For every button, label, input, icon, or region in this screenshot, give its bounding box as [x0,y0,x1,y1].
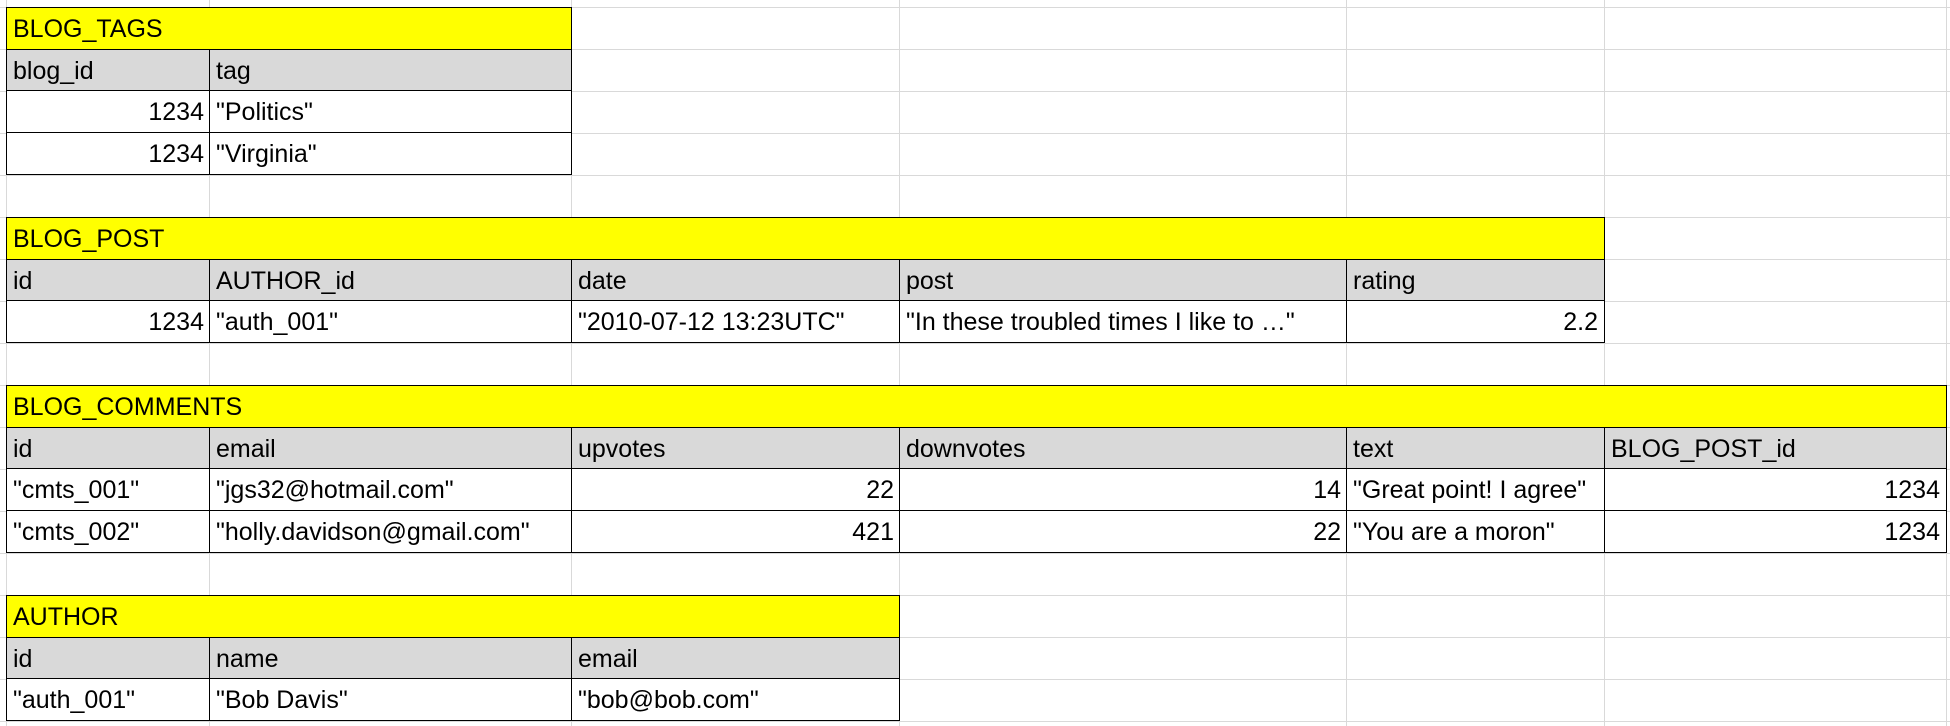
table-cell[interactable]: 22 [571,469,900,511]
table-cell[interactable]: "Bob Davis" [209,679,572,721]
table-cell[interactable]: "You are a moron" [1346,511,1605,553]
table-cell[interactable]: 2.2 [1346,301,1605,343]
gridline-horizontal [0,343,1950,344]
column-header[interactable]: id [6,259,210,301]
table-cell[interactable]: 421 [571,511,900,553]
table-cell[interactable]: "cmts_001" [6,469,210,511]
gridline-vertical [1346,0,1347,726]
table-cell[interactable]: 1234 [1604,469,1947,511]
column-header[interactable]: blog_id [6,49,210,91]
table-cell[interactable]: "Virginia" [209,133,572,175]
table-cell[interactable]: "bob@bob.com" [571,679,900,721]
gridline-horizontal [0,175,1950,176]
column-header[interactable]: AUTHOR_id [209,259,572,301]
gridline-vertical [1604,0,1605,726]
gridline-horizontal [0,553,1950,554]
column-header[interactable]: date [571,259,900,301]
table-cell[interactable]: "In these troubled times I like to …" [899,301,1347,343]
table-cell[interactable]: "auth_001" [6,679,210,721]
table-cell[interactable]: 1234 [6,133,210,175]
table-cell[interactable]: 1234 [6,301,210,343]
column-header[interactable]: name [209,637,572,679]
column-header[interactable]: id [6,637,210,679]
column-header[interactable]: post [899,259,1347,301]
table-cell[interactable]: 14 [899,469,1347,511]
table-cell[interactable]: "cmts_002" [6,511,210,553]
column-header[interactable]: downvotes [899,427,1347,469]
column-header[interactable]: id [6,427,210,469]
table-cell[interactable]: "jgs32@hotmail.com" [209,469,572,511]
column-header[interactable]: email [209,427,572,469]
column-header[interactable]: rating [1346,259,1605,301]
column-header[interactable]: text [1346,427,1605,469]
table-cell[interactable]: "Great point! I agree" [1346,469,1605,511]
gridline-vertical [1946,0,1947,726]
table-cell[interactable]: 1234 [6,91,210,133]
table-cell[interactable]: "auth_001" [209,301,572,343]
column-header[interactable]: BLOG_POST_id [1604,427,1947,469]
spreadsheet-canvas[interactable]: BLOG_TAGS blog_id tag 1234 "Politics" 12… [0,0,1950,726]
column-header[interactable]: upvotes [571,427,900,469]
table-title-blog-post[interactable]: BLOG_POST [6,217,1605,259]
table-cell[interactable]: "Politics" [209,91,572,133]
table-cell[interactable]: "2010-07-12 13:23UTC" [571,301,900,343]
column-header[interactable]: tag [209,49,572,91]
table-cell[interactable]: "holly.davidson@gmail.com" [209,511,572,553]
table-title-blog-comments[interactable]: BLOG_COMMENTS [6,385,1947,427]
column-header[interactable]: email [571,637,900,679]
table-title-author[interactable]: AUTHOR [6,595,900,637]
table-cell[interactable]: 1234 [1604,511,1947,553]
gridline-horizontal [0,721,1950,722]
table-cell[interactable]: 22 [899,511,1347,553]
table-title-blog-tags[interactable]: BLOG_TAGS [6,7,572,49]
